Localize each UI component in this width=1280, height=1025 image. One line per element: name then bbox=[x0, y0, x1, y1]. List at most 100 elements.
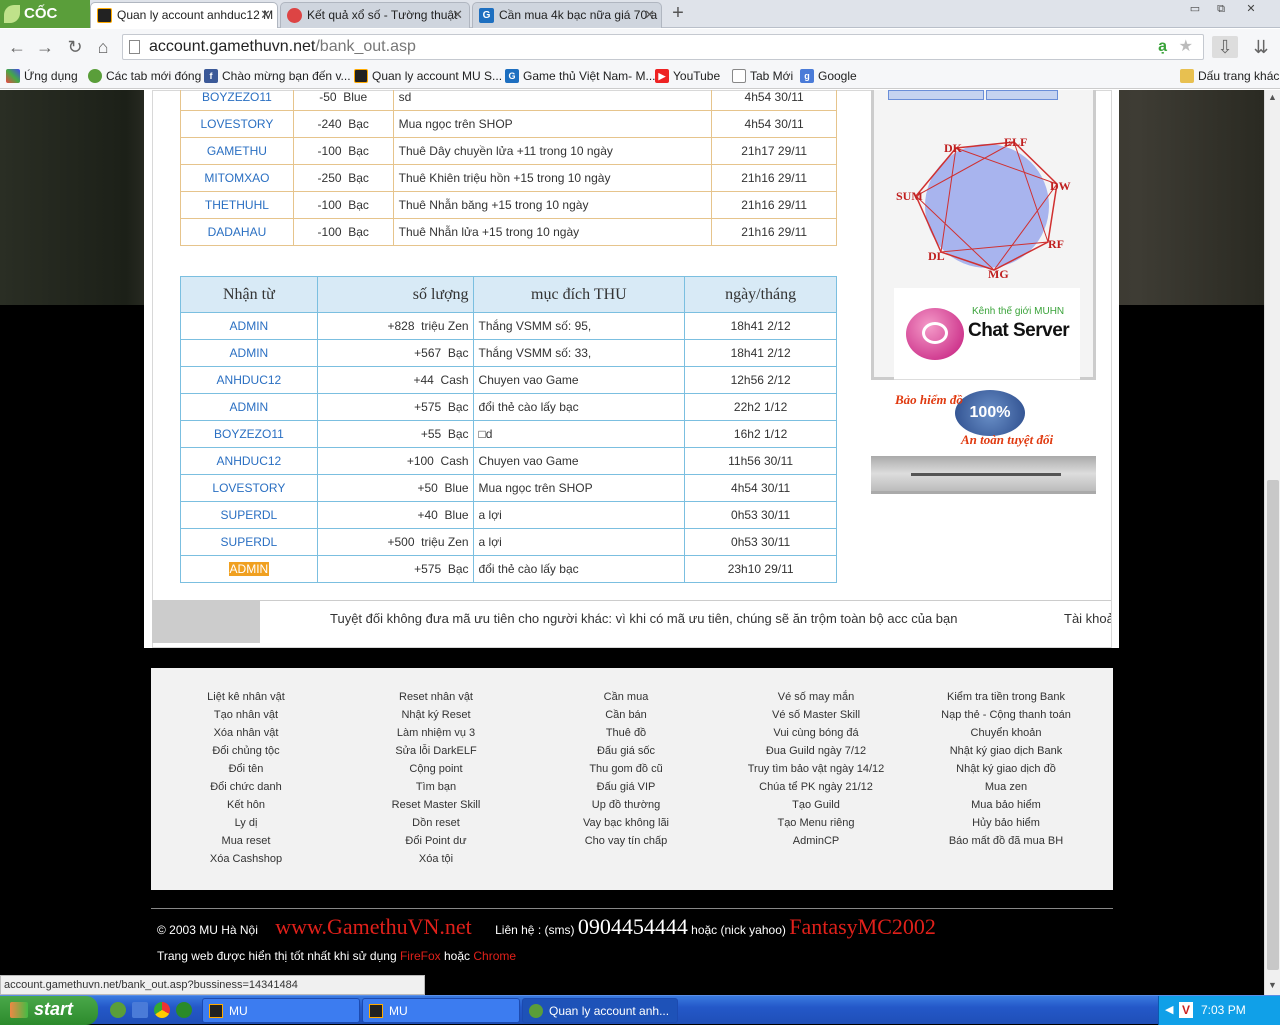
bookmark-apps[interactable]: Ứng dụng bbox=[6, 69, 78, 83]
site-link[interactable]: www.GamethuVN.net bbox=[275, 914, 472, 939]
back-icon[interactable]: ← bbox=[6, 36, 28, 58]
footer-link[interactable]: Sửa lỗi DarkELF bbox=[341, 742, 531, 760]
sidebar-button-2[interactable] bbox=[986, 90, 1058, 100]
google-quicklaunch-icon[interactable] bbox=[132, 1002, 148, 1018]
footer-link[interactable]: AdminCP bbox=[721, 832, 911, 850]
footer-link[interactable]: Đua Guild ngày 7/12 bbox=[721, 742, 911, 760]
menu-icon[interactable]: ⇊ bbox=[1250, 36, 1272, 58]
footer-link[interactable]: Tìm bạn bbox=[341, 778, 531, 796]
player-link[interactable]: ANHDUC12 bbox=[180, 447, 318, 475]
player-link[interactable]: ADMIN bbox=[180, 393, 318, 421]
sidebar-button-1[interactable] bbox=[888, 90, 984, 100]
footer-link[interactable]: Đổi chủng tộc bbox=[151, 742, 341, 760]
bookmark-new-tab[interactable]: Tab Mới bbox=[732, 69, 793, 83]
footer-link[interactable]: Nạp thẻ - Cộng thanh toán bbox=[911, 706, 1101, 724]
chrome-quicklaunch-icon[interactable] bbox=[154, 1002, 170, 1018]
footer-link[interactable]: Cần mua bbox=[531, 688, 721, 706]
show-desktop-icon[interactable] bbox=[176, 1002, 192, 1018]
footer-link[interactable]: Chuyển khoản bbox=[911, 724, 1101, 742]
translate-icon[interactable]: ạ bbox=[1158, 35, 1167, 59]
footer-link[interactable]: Đổi Point dư bbox=[341, 832, 531, 850]
player-link[interactable]: DADAHAU bbox=[180, 218, 294, 246]
footer-link[interactable]: Xóa nhân vật bbox=[151, 724, 341, 742]
chat-server-banner[interactable]: Kênh thế giới MUHN Chat Server bbox=[894, 288, 1080, 380]
player-link[interactable]: GAMETHU bbox=[180, 137, 294, 165]
footer-link[interactable]: Tạo Guild bbox=[721, 796, 911, 814]
insurance-banner[interactable]: 100% Bảo hiểm đồ An toàn tuyệt đối bbox=[891, 388, 1076, 454]
bookmark-recent-tabs[interactable]: Các tab mới đóng bbox=[88, 69, 201, 83]
footer-link[interactable]: Đổi chức danh bbox=[151, 778, 341, 796]
download-icon[interactable]: ⇩ bbox=[1212, 36, 1238, 58]
minimize-button[interactable]: ▭ bbox=[1184, 2, 1206, 18]
footer-link[interactable]: Kết hôn bbox=[151, 796, 341, 814]
player-link[interactable]: THETHUHL bbox=[180, 191, 294, 219]
tray-arrow-icon[interactable]: ◀ bbox=[1165, 1003, 1173, 1016]
task-browser[interactable]: Quan ly account anh... bbox=[522, 998, 678, 1023]
tab-xoso[interactable]: Kết quả xổ số - Tường thuật ✕ bbox=[280, 2, 470, 28]
footer-link[interactable]: Làm nhiệm vụ 3 bbox=[341, 724, 531, 742]
reload-icon[interactable]: ↻ bbox=[64, 36, 86, 58]
footer-link[interactable]: Cộng point bbox=[341, 760, 531, 778]
bookmark-other[interactable]: Dấu trang khác bbox=[1180, 69, 1279, 83]
player-link[interactable]: BOYZEZO11 bbox=[180, 420, 318, 448]
player-link[interactable]: SUPERDL bbox=[180, 501, 318, 529]
footer-link[interactable]: Xóa Cashshop bbox=[151, 850, 341, 868]
footer-link[interactable]: Hủy bảo hiểm bbox=[911, 814, 1101, 832]
maximize-button[interactable]: ⧉ bbox=[1210, 2, 1232, 18]
task-mu-1[interactable]: MU bbox=[202, 998, 360, 1023]
firefox-link[interactable]: FireFox bbox=[400, 949, 441, 963]
close-tab-icon[interactable]: ✕ bbox=[452, 7, 463, 23]
close-tab-icon[interactable]: ✕ bbox=[644, 7, 655, 23]
footer-link[interactable]: Mua bảo hiểm bbox=[911, 796, 1101, 814]
close-tab-icon[interactable]: ✕ bbox=[260, 7, 271, 23]
footer-link[interactable]: Đấu giá sốc bbox=[531, 742, 721, 760]
footer-link[interactable]: Up đồ thường bbox=[531, 796, 721, 814]
player-link[interactable]: SUPERDL bbox=[180, 528, 318, 556]
footer-link[interactable]: Ly dị bbox=[151, 814, 341, 832]
footer-link[interactable]: Nhật ký giao dịch đồ bbox=[911, 760, 1101, 778]
footer-link[interactable]: Tạo nhân vật bbox=[151, 706, 341, 724]
player-link[interactable]: ADMIN bbox=[180, 555, 318, 583]
task-mu-2[interactable]: MU bbox=[362, 998, 520, 1023]
start-button[interactable]: start bbox=[0, 996, 98, 1025]
footer-link[interactable]: Vé số Master Skill bbox=[721, 706, 911, 724]
player-link[interactable]: ANHDUC12 bbox=[180, 366, 318, 394]
tab-can-mua[interactable]: G Cần mua 4k bạc nữa giá 70 a ✕ bbox=[472, 2, 662, 28]
close-window-button[interactable]: ✕ bbox=[1240, 2, 1262, 18]
bookmark-mu-account[interactable]: Quan ly account MU S... bbox=[354, 69, 502, 83]
footer-link[interactable]: Mua zen bbox=[911, 778, 1101, 796]
footer-link[interactable]: Đổi tên bbox=[151, 760, 341, 778]
footer-link[interactable]: Chúa tể PK ngày 21/12 bbox=[721, 778, 911, 796]
home-icon[interactable]: ⌂ bbox=[92, 36, 114, 58]
footer-link[interactable]: Thuê đồ bbox=[531, 724, 721, 742]
footer-link[interactable]: Liệt kê nhân vật bbox=[151, 688, 341, 706]
bookmark-google[interactable]: g Google bbox=[800, 69, 857, 83]
footer-link[interactable]: Đấu giá VIP bbox=[531, 778, 721, 796]
footer-link[interactable]: Vui cùng bóng đá bbox=[721, 724, 911, 742]
footer-link[interactable]: Truy tìm bảo vật ngày 14/12 bbox=[721, 760, 911, 778]
tab-account[interactable]: Quan ly account anhduc12 M ✕ bbox=[90, 2, 278, 28]
vertical-scrollbar[interactable]: ▲ ▼ bbox=[1264, 90, 1280, 995]
footer-link[interactable]: Cho vay tín chấp bbox=[531, 832, 721, 850]
scroll-up-icon[interactable]: ▲ bbox=[1268, 92, 1277, 102]
scroll-thumb[interactable] bbox=[1267, 480, 1279, 970]
bookmark-youtube[interactable]: ▶ YouTube bbox=[655, 69, 720, 83]
player-link[interactable]: ADMIN bbox=[180, 339, 318, 367]
footer-link[interactable]: Mua reset bbox=[151, 832, 341, 850]
player-link[interactable]: LOVESTORY bbox=[180, 110, 294, 138]
player-link[interactable]: BOYZEZO11 bbox=[180, 90, 294, 111]
footer-link[interactable]: Tạo Menu riêng bbox=[721, 814, 911, 832]
unikey-icon[interactable]: V bbox=[1179, 1002, 1193, 1018]
footer-link[interactable]: Vay bạc không lãi bbox=[531, 814, 721, 832]
footer-link[interactable]: Kiểm tra tiền trong Bank bbox=[911, 688, 1101, 706]
coccoc-logo[interactable]: CỐC CỐC bbox=[0, 0, 90, 50]
player-link[interactable]: LOVESTORY bbox=[180, 474, 318, 502]
scroll-down-icon[interactable]: ▼ bbox=[1268, 980, 1277, 990]
footer-link[interactable]: Báo mất đồ đã mua BH bbox=[911, 832, 1101, 850]
player-link[interactable]: MITOMXAO bbox=[180, 164, 294, 192]
footer-link[interactable]: Nhật ký Reset bbox=[341, 706, 531, 724]
footer-link[interactable]: Reset nhân vật bbox=[341, 688, 531, 706]
footer-link[interactable]: Thu gom đồ cũ bbox=[531, 760, 721, 778]
chrome-link[interactable]: Chrome bbox=[473, 949, 516, 963]
footer-link[interactable]: Cần bán bbox=[531, 706, 721, 724]
